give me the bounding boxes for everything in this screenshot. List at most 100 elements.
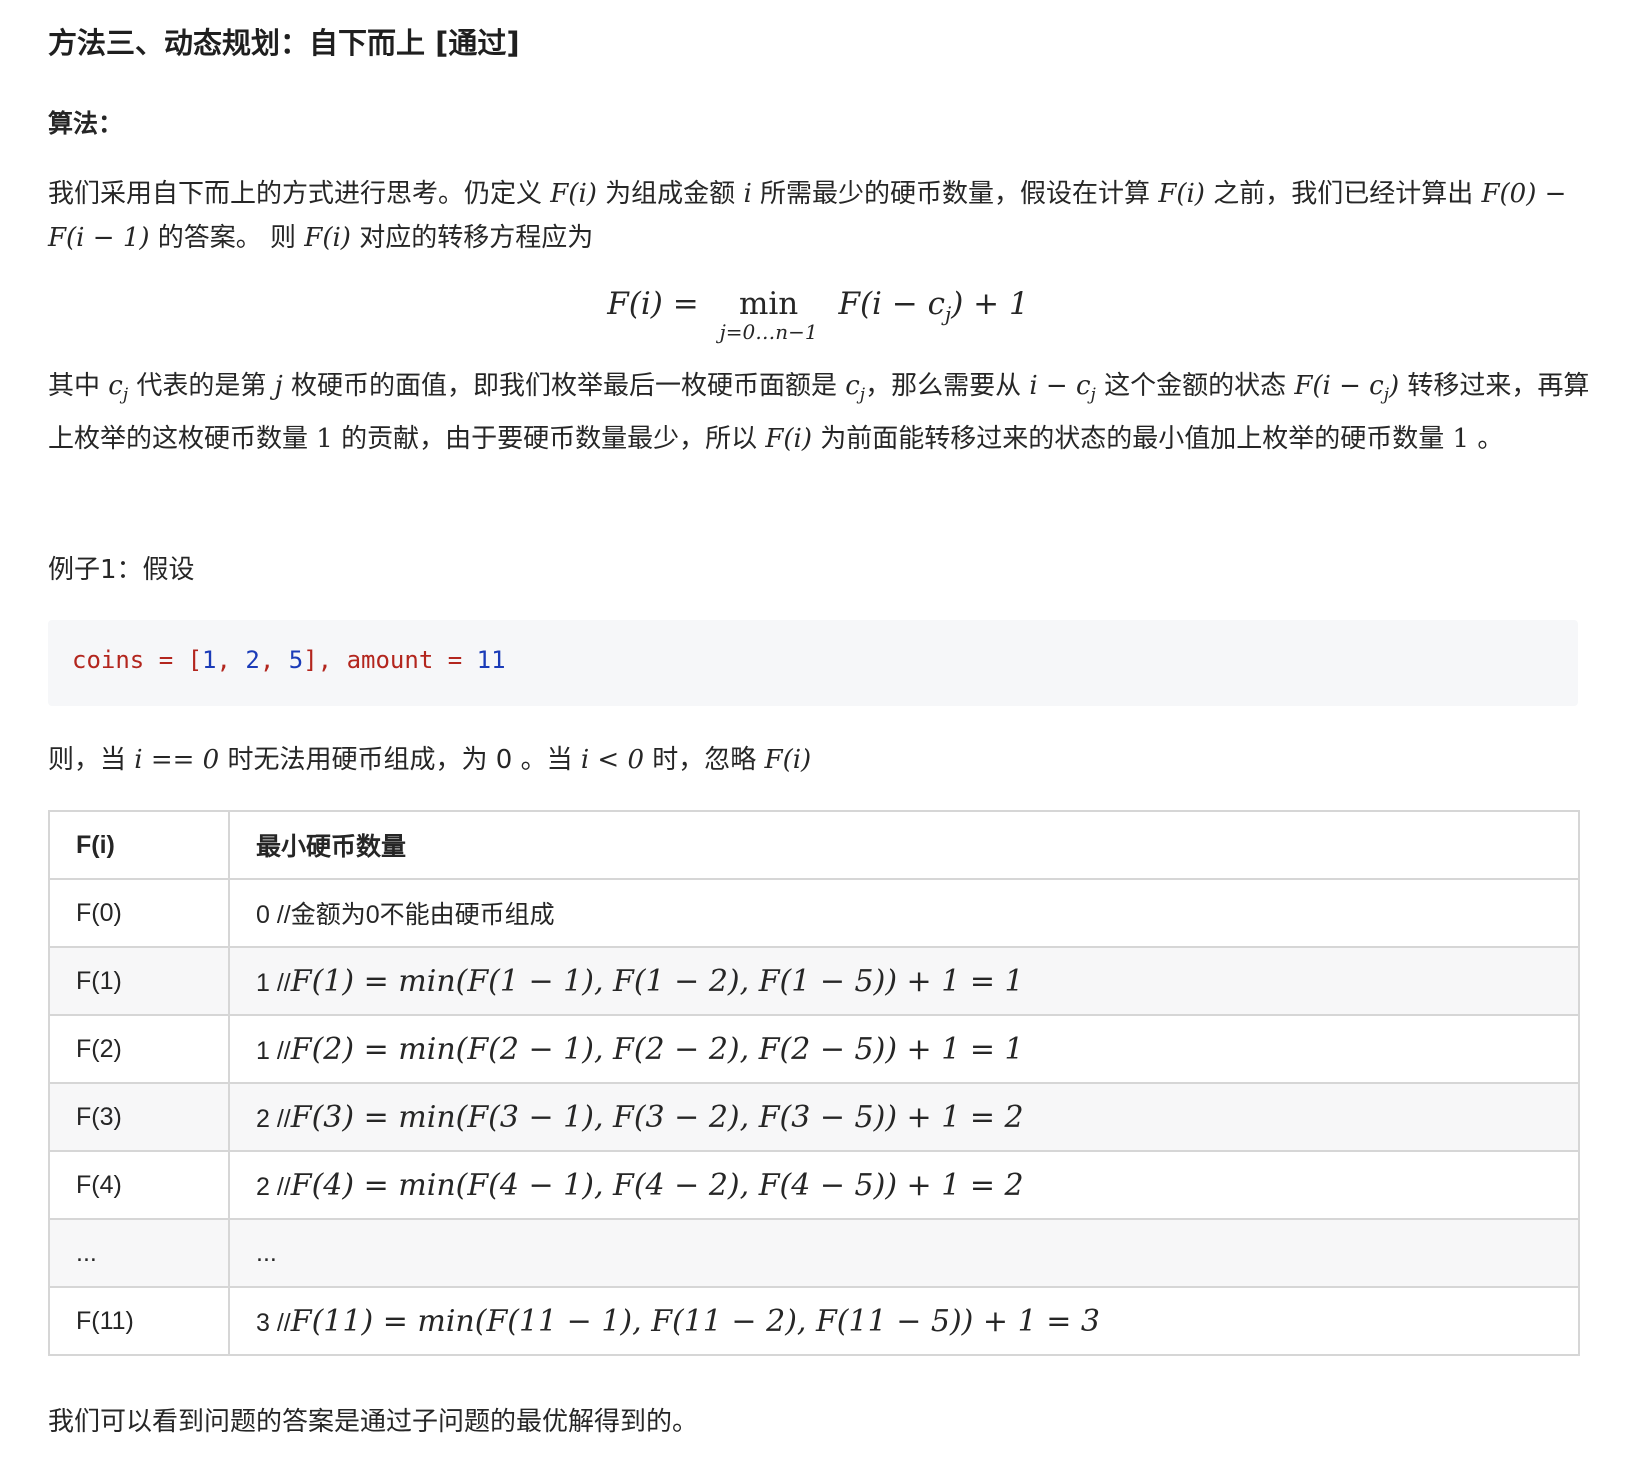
code-operator: = [ <box>144 646 203 674</box>
text: 的答案。 则 <box>149 223 305 253</box>
code-number: 2 <box>245 646 260 674</box>
cell-math: F(3) = min(F(3 − 1), F(3 − 2), F(3 − 5))… <box>290 1099 1024 1135</box>
cell-count: ... <box>256 1238 277 1267</box>
table-row: F(1) 1 //F(1) = min(F(1 − 1), F(1 − 2), … <box>48 946 1580 1016</box>
math-inline: F(i − c <box>1294 371 1384 401</box>
text: 枚硬币的面值，即我们枚举最后一枚硬币面额是 <box>282 371 846 401</box>
text: 所需最少的硬币数量，假设在计算 <box>751 179 1159 209</box>
math-inline: F(i) <box>765 424 812 455</box>
text: 之前，我们已经计算出 <box>1204 179 1482 209</box>
text: 则，当 <box>48 745 135 775</box>
formula-rhs: F(i − c <box>838 286 946 322</box>
table-cell-value: 2 //F(3) = min(F(3 − 1), F(3 − 2), F(3 −… <box>228 1082 1580 1152</box>
table-row: F(0) 0 //金额为0不能由硬币组成 <box>48 878 1580 948</box>
math-inline: i − c <box>1029 371 1091 401</box>
table-row: F(11) 3 //F(11) = min(F(11 − 1), F(11 − … <box>48 1286 1580 1356</box>
cell-note: // <box>276 968 291 997</box>
formula-min-operator: min j=0…n−1 <box>709 286 829 344</box>
cell-math: F(1) = min(F(1 − 1), F(1 − 2), F(1 − 5))… <box>290 963 1024 999</box>
math-inline: i <box>743 179 752 209</box>
example-label: 例子1：假设 <box>48 555 195 585</box>
cell-note: // <box>276 1308 291 1337</box>
math-inline: F(i) <box>550 179 597 209</box>
algorithm-label: 算法： <box>48 109 124 138</box>
table-header: 最小硬币数量 <box>228 810 1580 880</box>
table-cell-value: 0 //金额为0不能由硬币组成 <box>228 878 1580 948</box>
text: 对应的转移方程应为 <box>350 223 594 253</box>
table-cell-state: F(11) <box>48 1286 230 1356</box>
text: 为前面能转移过来的状态的最小值加上枚举的硬币数量 <box>812 424 1453 455</box>
transition-equation: F(i) = min j=0…n−1 F(i − cj) + 1 <box>48 286 1588 356</box>
table-row: F(4) 2 //F(4) = min(F(4 − 1), F(4 − 2), … <box>48 1150 1580 1220</box>
code-variable: amount <box>346 646 434 674</box>
cell-note: //金额为0不能由硬币组成 <box>276 901 555 929</box>
section-heading: 方法三、动态规划：自下而上 [通过] <box>48 26 520 60</box>
table-cell-state: F(0) <box>48 878 230 948</box>
cell-count: 1 <box>256 968 270 997</box>
code-operator: = <box>433 646 477 674</box>
table-cell-state: ... <box>48 1218 230 1288</box>
text: 。 <box>1469 424 1504 455</box>
code-number: 11 <box>476 646 506 674</box>
math-inline: j <box>274 371 283 401</box>
text: 为组成金额 <box>596 179 744 209</box>
paragraph-base-case: 则，当 i == 0 时无法用硬币组成，为 0 。当 i < 0 时，忽略 F(… <box>48 738 1593 782</box>
table-header: F(i) <box>48 810 230 880</box>
table-cell-state: F(1) <box>48 946 230 1016</box>
table-row: ... ... <box>48 1218 1580 1288</box>
math-inline: F(i) <box>304 223 351 253</box>
code-operator: , <box>259 646 289 674</box>
code-number: 1 <box>202 646 217 674</box>
math-inline: i == 0 <box>134 745 220 775</box>
table-cell-state: F(3) <box>48 1082 230 1152</box>
code-variable: coins <box>72 646 145 674</box>
formula-rhs-end: ) + 1 <box>951 286 1029 322</box>
paragraph-explanation: 其中 cj 代表的是第 j 枚硬币的面值，即我们枚举最后一枚硬币面额是 cj，那… <box>48 364 1593 461</box>
cell-math: F(2) = min(F(2 − 1), F(2 − 2), F(2 − 5))… <box>290 1031 1024 1067</box>
cell-count: 0 <box>256 901 270 929</box>
paragraph-intro: 我们采用自下而上的方式进行思考。仍定义 F(i) 为组成金额 i 所需最少的硬币… <box>48 172 1593 260</box>
code-number: 5 <box>288 646 304 674</box>
code-operator: , <box>216 646 246 674</box>
math-inline: F(i) <box>1158 179 1205 209</box>
math-inline: i < 0 <box>580 745 645 775</box>
conclusion-text: 我们可以看到问题的答案是通过子问题的最优解得到的。 <box>48 1407 699 1437</box>
cell-count: 2 <box>256 1172 270 1201</box>
table-cell-value: ... <box>228 1218 1580 1288</box>
text: 其中 <box>48 371 109 401</box>
text: 代表的是第 <box>128 371 275 401</box>
table-cell-value: 3 //F(11) = min(F(11 − 1), F(11 − 2), F(… <box>228 1286 1580 1356</box>
table-row: F(3) 2 //F(3) = min(F(3 − 1), F(3 − 2), … <box>48 1082 1580 1152</box>
table-cell-value: 1 //F(1) = min(F(1 − 1), F(1 − 2), F(1 −… <box>228 946 1580 1016</box>
table-cell-state: F(2) <box>48 1014 230 1084</box>
math-inline: ) <box>1389 371 1400 401</box>
formula-lhs: F(i) = <box>607 286 699 322</box>
text: 这个金额的状态 <box>1095 371 1295 401</box>
cell-math: F(11) = min(F(11 − 1), F(11 − 2), F(11 −… <box>290 1303 1100 1339</box>
text: 的贡献，由于要硬币数量最少，所以 <box>332 424 766 455</box>
cell-note: // <box>276 1172 291 1201</box>
math-inline: c <box>108 371 123 401</box>
formula-min-subscript: j=0…n−1 <box>719 320 818 344</box>
code-line: coins = [1, 2, 5], amount = 11 <box>72 646 506 674</box>
table-cell-state: F(4) <box>48 1150 230 1220</box>
cell-count: 1 <box>256 1036 270 1065</box>
text: 时，忽略 <box>644 745 765 775</box>
math-inline: 1 <box>316 424 333 455</box>
cell-count: 3 <box>256 1308 270 1337</box>
table-row: F(2) 1 //F(2) = min(F(2 − 1), F(2 − 2), … <box>48 1014 1580 1084</box>
code-operator: ], <box>303 646 347 674</box>
cell-math: F(4) = min(F(4 − 1), F(4 − 2), F(4 − 5))… <box>290 1167 1024 1203</box>
dp-table: F(i) 最小硬币数量 F(0) 0 //金额为0不能由硬币组成 F(1) 1 … <box>48 810 1580 1356</box>
text: ，那么需要从 <box>865 371 1030 401</box>
math-inline: F(i) <box>764 745 812 775</box>
cell-count: 2 <box>256 1104 270 1133</box>
table-cell-value: 2 //F(4) = min(F(4 − 1), F(4 − 2), F(4 −… <box>228 1150 1580 1220</box>
text: 我们采用自下而上的方式进行思考。仍定义 <box>48 179 551 209</box>
text: 时无法用硬币组成，为 0 。当 <box>219 745 581 775</box>
code-block: coins = [1, 2, 5], amount = 11 <box>48 620 1578 706</box>
cell-note: // <box>276 1104 291 1133</box>
table-cell-value: 1 //F(2) = min(F(2 − 1), F(2 − 2), F(2 −… <box>228 1014 1580 1084</box>
table-header-row: F(i) 最小硬币数量 <box>48 810 1580 880</box>
cell-note: // <box>276 1036 291 1065</box>
